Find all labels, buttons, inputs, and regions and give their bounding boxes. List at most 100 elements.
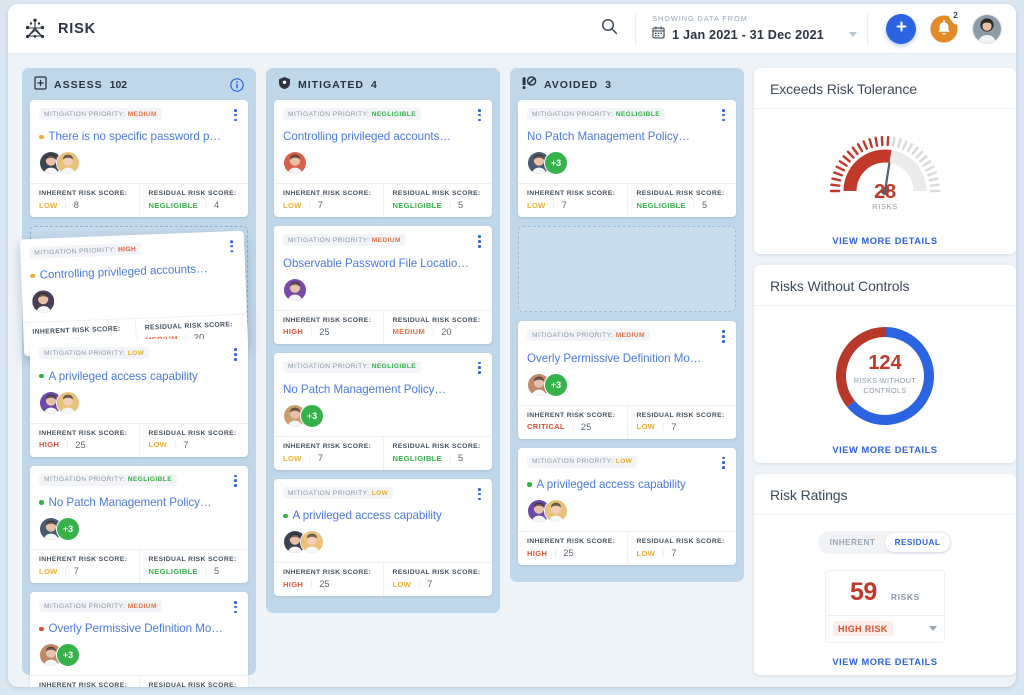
mitigation-priority-chip: MITIGATION PRIORITY: MEDIUM [283, 234, 406, 247]
inherent-risk-score: INHERENT RISK SCORE: HIGH | 25 [274, 563, 383, 596]
inherent-risk-score: INHERENT RISK SCORE: HIGH | 25 [518, 532, 627, 565]
card-title[interactable]: A privileged access capability [39, 370, 239, 383]
risk-card[interactable]: MITIGATION PRIORITY: LOW A privileged acc… [274, 479, 492, 597]
column-count: 4 [370, 79, 377, 91]
residual-risk-row: NEGLIGIBLE | 5 [393, 200, 484, 210]
toggle-option-inherent[interactable]: INHERENT [820, 533, 885, 552]
card-title[interactable]: Overly Permissive Definition Mo… [39, 622, 239, 635]
card-menu-button[interactable] [228, 347, 239, 362]
inherent-risk-value: 7 [73, 566, 79, 577]
risk-ratings-value: 59 [850, 578, 877, 607]
separator: | [310, 327, 313, 337]
card-title[interactable]: There is no specific password p… [39, 130, 239, 143]
risk-rating-select[interactable]: HIGH RISK [826, 616, 944, 642]
card-title[interactable]: Overly Permissive Definition Mo… [527, 352, 727, 365]
card-menu-button[interactable] [228, 600, 239, 615]
card-title-text: There is no specific password p… [48, 130, 221, 144]
user-avatar[interactable] [972, 13, 1002, 44]
avatar-overflow-count[interactable]: +3 [544, 151, 568, 176]
notifications-button[interactable]: 2 [929, 8, 962, 44]
board-column-assess: ASSESS 102 MITIGATION PRIORITY: MEDIUM Ther… [19, 68, 256, 687]
gauge-unit: RISKS [872, 202, 898, 211]
card-title[interactable]: Controlling privileged accounts… [283, 130, 483, 143]
status-bullet [39, 373, 44, 379]
risk-card[interactable]: MITIGATION PRIORITY: LOW A privileged acc… [518, 447, 736, 566]
avatar[interactable] [56, 390, 80, 415]
inherent-risk-row: HIGH | 25 [527, 548, 618, 558]
card-menu-button[interactable] [472, 487, 483, 502]
avatar-overflow-count[interactable]: +3 [544, 372, 568, 397]
card-title-text: No Patch Management Policy… [283, 383, 446, 397]
residual-risk-rating: NEGLIGIBLE [392, 453, 442, 463]
risk-ratings-toggle[interactable]: INHERENT RESIDUAL [818, 531, 952, 555]
mitigation-priority-chip: MITIGATION PRIORITY: NEGLIGIBLE [283, 360, 421, 373]
avatar-overflow-count[interactable]: +3 [300, 404, 324, 429]
card-title-text: A privileged access capability [292, 509, 442, 523]
risk-card[interactable]: MITIGATION PRIORITY: NEGLIGIBLE Controlli… [274, 100, 492, 218]
risk-card[interactable]: MITIGATION PRIORITY: HIGH Controlling pri… [19, 231, 249, 357]
residual-risk-value: 5 [458, 453, 464, 464]
toggle-option-residual[interactable]: RESIDUAL [885, 533, 950, 553]
card-menu-button[interactable] [716, 329, 727, 344]
view-more-details-ratings[interactable]: VIEW MORE DETAILS [832, 657, 937, 667]
card-menu-button[interactable] [716, 456, 727, 471]
date-range-picker[interactable]: SHOWING DATA FROM 1 Jan 2021 - 31 Dec 20… [642, 14, 861, 44]
separator: | [662, 422, 665, 432]
card-menu-button[interactable] [472, 108, 483, 123]
add-button[interactable] [886, 13, 916, 44]
inherent-risk-score: INHERENT RISK SCORE: LOW | 7 [274, 184, 383, 217]
card-scores: INHERENT RISK SCORE: LOW | 8 RESIDUAL RISK S… [30, 183, 248, 218]
shield-icon [278, 76, 291, 95]
avatar[interactable] [30, 289, 56, 315]
card-title[interactable]: Observable Password File Locatio… [283, 257, 483, 270]
risk-card[interactable]: MITIGATION PRIORITY: NEGLIGIBLE No Patch … [518, 100, 736, 218]
info-icon[interactable] [230, 78, 244, 92]
avatar-overflow-count[interactable]: +3 [56, 517, 80, 542]
card-menu-button[interactable] [716, 108, 727, 123]
risk-card[interactable]: MITIGATION PRIORITY: NEGLIGIBLE No Patch … [30, 465, 248, 584]
residual-risk-label: RESIDUAL RISK SCORE: [636, 538, 725, 546]
risk-card[interactable]: MITIGATION PRIORITY: MEDIUM Observable Pa… [274, 226, 492, 344]
view-more-details-tolerance[interactable]: VIEW MORE DETAILS [832, 236, 937, 246]
card-title[interactable]: No Patch Management Policy… [39, 496, 239, 509]
card-menu-button[interactable] [472, 234, 483, 249]
card-top: MITIGATION PRIORITY: LOW [39, 347, 239, 362]
card-menu-button[interactable] [472, 361, 483, 376]
risk-card[interactable]: MITIGATION PRIORITY: MEDIUM There is no s… [30, 100, 248, 218]
inherent-risk-rating: HIGH [39, 440, 60, 450]
avatar[interactable] [283, 151, 307, 176]
card-menu-button[interactable] [224, 239, 235, 255]
risk-card[interactable]: MITIGATION PRIORITY: NEGLIGIBLE No Patch … [274, 352, 492, 471]
avatar[interactable] [300, 530, 324, 555]
card-dropzone[interactable] [518, 226, 736, 313]
residual-risk-row: LOW | 7 [637, 548, 728, 558]
card-scores: INHERENT RISK SCORE: CRITICAL | 25 RESIDUAL … [518, 404, 736, 439]
card-menu-button[interactable] [228, 474, 239, 489]
inherent-risk-label: INHERENT RISK SCORE: [39, 429, 128, 437]
column-header: AVOIDED 3 [518, 70, 736, 100]
risk-card[interactable]: MITIGATION PRIORITY: MEDIUM Overly Permis… [30, 592, 248, 687]
card-title[interactable]: A privileged access capability [527, 478, 727, 491]
residual-risk-rating: NEGLIGIBLE [148, 200, 198, 210]
avatar-overflow-count[interactable]: +3 [56, 643, 80, 668]
inherent-risk-row: LOW | 7 [283, 453, 374, 463]
residual-risk-label: RESIDUAL RISK SCORE: [148, 429, 237, 437]
inherent-risk-row: CRITICAL | 25 [527, 422, 618, 432]
avatar[interactable] [56, 151, 80, 176]
card-title[interactable]: No Patch Management Policy… [527, 130, 727, 143]
card-title[interactable]: No Patch Management Policy… [283, 383, 483, 396]
risk-card[interactable]: MITIGATION PRIORITY: LOW A privileged acc… [30, 339, 248, 457]
search-button[interactable] [589, 9, 629, 49]
avoided-icon [522, 75, 537, 95]
risk-card[interactable]: MITIGATION PRIORITY: MEDIUM Overly Permis… [518, 321, 736, 439]
inherent-risk-rating: LOW [527, 200, 546, 210]
residual-risk-score: RESIDUAL RISK SCORE:LOW|7 [138, 676, 249, 687]
avatar[interactable] [283, 277, 307, 302]
card-title-text: Overly Permissive Definition Mo… [527, 351, 702, 365]
view-more-details-controls[interactable]: VIEW MORE DETAILS [832, 445, 937, 455]
card-menu-button[interactable] [228, 108, 239, 123]
card-title[interactable]: Controlling privileged accounts… [30, 262, 236, 283]
separator: | [571, 422, 574, 432]
avatar[interactable] [544, 499, 568, 524]
card-title[interactable]: A privileged access capability [283, 509, 483, 522]
